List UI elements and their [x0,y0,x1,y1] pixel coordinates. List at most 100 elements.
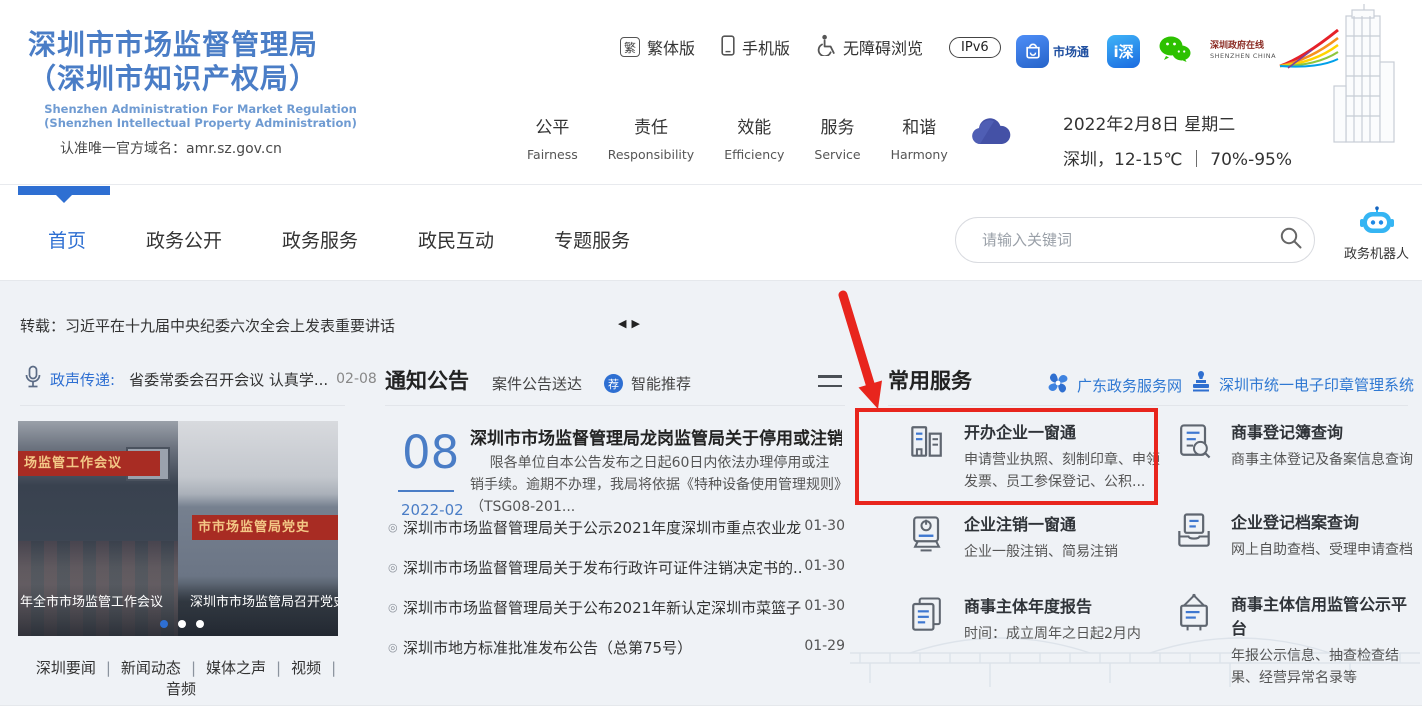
document-search-icon [1172,419,1216,471]
nav-item-gov-affairs[interactable]: 政务公开 [146,226,222,253]
ipv6-badge[interactable]: IPv6 [949,36,1001,58]
bullet-icon: ◎ [388,561,398,574]
nav-item-gov-services[interactable]: 政务服务 [282,226,358,253]
ishenzhen-app-icon[interactable]: i深 [1107,34,1141,68]
nav-item-special-topics[interactable]: 专题服务 [554,226,630,253]
news-category-links: 深圳要闻 | 新闻动态 | 媒体之声 | 视频 |音频 [20,657,342,699]
official-domain-note: 认准唯一官方域名：amr.sz.gov.cn [60,141,282,157]
service-annual-report[interactable]: 商事主体年度报告 时间：成立周年之日起2月内 [905,593,1169,645]
eseal-system-link[interactable]: 深圳市统一电子印章管理系统 [1190,371,1414,397]
search-input[interactable] [980,230,1268,250]
site-title-cn-2: （深圳市知识产权局） [28,62,319,95]
notice-item[interactable]: ◎ 深圳市市场监督管理局关于发布行政许可证件注销决定书的... 01-30 [385,557,845,579]
service-business-deregistration[interactable]: 企业注销一窗通 企业一般注销、简易注销 [905,511,1164,563]
shichangtong-app-link[interactable]: 市场通 [1016,34,1089,68]
notices-header-links: 案件公告送达 荐 智能推荐 [492,373,691,394]
mobile-version-link[interactable]: 手机版 [721,34,790,60]
active-tab-indicator [18,186,110,203]
service-credit-supervision-platform[interactable]: 商事主体信用监管公示平台 年报公示信息、抽查检查结果、经营异常名录等 [1172,591,1422,689]
carousel-caption-right[interactable]: 深圳市市场监管局召开党史 [190,591,338,610]
stamp-icon [1190,371,1212,397]
featured-notice-day: 08 [402,426,460,479]
building-sketch-image [1316,2,1408,158]
page: 深圳市市场监督管理局 （深圳市知识产权局） Shenzhen Administr… [0,0,1422,714]
accessibility-link[interactable]: 无障碍浏览 [816,34,923,60]
nav-item-interaction[interactable]: 政民互动 [418,226,494,253]
featured-notice-title[interactable]: 深圳市市场监督管理局龙岗监管局关于停用或注销... [470,424,842,449]
core-values: 公平 Fairness 责任 Responsibility 效能 Efficie… [527,113,948,162]
weather-cloud-icon [968,116,1014,152]
carousel-dot-2[interactable] [178,620,186,628]
news-carousel[interactable]: 场监管工作会议 市市场监管局党史 年全市市场监管工作会议 深圳市市场监管局召开党… [18,421,338,636]
link-news-updates[interactable]: 新闻动态 [111,659,191,677]
weather-detail: 深圳，12-15℃ ｜ 70%-95% [1063,150,1293,170]
app-icons: 市场通 i深 深圳政府在线 SHENZHEN CHINA [1016,28,1340,74]
case-announcement-link[interactable]: 案件公告送达 [492,373,582,394]
value-efficiency: 效能 Efficiency [724,118,785,162]
featured-notice-summary: 限各单位自本公告发布之日起60日内依法办理停用或注销手续。逾期不办理，我局将依据… [470,455,841,515]
site-title-en: Shenzhen Administration For Market Regul… [44,102,357,130]
traditional-chinese-icon: 繁 [620,37,640,57]
value-service: 服务 Service [814,118,861,162]
site-logo[interactable]: 深圳市市场监督管理局 （深圳市知识产权局） [28,28,318,96]
carousel-dot-1[interactable] [160,620,168,628]
carousel-caption-bar: 年全市市场监管工作会议 深圳市市场监管局召开党史 [18,584,338,636]
notices-section-title[interactable]: 通知公告 [385,365,469,395]
annual-report-icon [905,593,949,645]
wechat-icon[interactable] [1158,35,1192,68]
voice-news-row: 政声传递: 省委常委会召开会议 认真学... 02-08 [24,365,377,393]
ticker-prev-icon[interactable]: ◀ [618,317,626,330]
traditional-chinese-link[interactable]: 繁 繁体版 [620,35,695,59]
gov-robot-entry[interactable]: 政务机器人 [1344,206,1409,262]
search-button[interactable] [1268,218,1314,262]
service-registration-archive-query[interactable]: 企业登记档案查询 网上自助查档、受理申请查档 [1172,509,1422,561]
bullet-icon: ◎ [388,641,398,654]
voice-news-date: 02-08 [336,371,377,387]
notice-item[interactable]: ◎ 深圳市地方标准批准发布公告（总第75号） 01-29 [385,637,845,659]
nav-item-home[interactable]: 首页 [48,226,86,253]
services-section-title[interactable]: 常用服务 [888,365,972,395]
link-media-voice[interactable]: 媒体之声 [196,659,276,677]
link-video[interactable]: 视频 [281,659,331,677]
voice-news-title[interactable]: 省委常委会召开会议 认真学... [129,369,328,390]
shichangtong-app-icon [1016,34,1049,68]
notice-item[interactable]: ◎ 深圳市市场监督管理局关于公布2021年新认定深圳市菜篮子... 01-30 [385,597,845,619]
notices-more-icon[interactable] [818,375,842,394]
value-responsibility: 责任 Responsibility [607,118,695,162]
power-terminal-icon [905,511,949,563]
photo-banner-right: 市市场监管局党史 [192,515,338,540]
nav-list: 首页 政务公开 政务服务 政民互动 专题服务 [48,226,630,253]
guangdong-portal-link[interactable]: 广东政务服务网 [1046,371,1182,399]
site-header: 深圳市市场监督管理局 （深圳市知识产权局） Shenzhen Administr… [0,0,1422,185]
divider [888,405,1408,406]
ticker-next-icon[interactable]: ▶ [631,317,639,330]
site-title-cn-1: 深圳市市场监督管理局 [28,28,319,61]
bullet-icon: ◎ [388,601,398,614]
voice-news-label[interactable]: 政声传递: [50,369,115,390]
footer-strip [0,705,1422,714]
search-box [955,217,1315,263]
link-shenzhen-news[interactable]: 深圳要闻 [26,659,106,677]
smart-recommend-link[interactable]: 智能推荐 [631,373,691,394]
photo-banner-left: 场监管工作会议 [18,451,160,476]
mobile-phone-icon [721,34,735,60]
link-audio[interactable]: 音频 [156,680,206,698]
weather-info: 2022年2月8日 星期二 深圳，12-15℃ ｜ 70%-95% [1063,110,1292,170]
search-icon [1279,226,1303,254]
value-harmony: 和谐 Harmony [890,118,948,162]
pinwheel-icon [1046,371,1070,399]
headline-ticker[interactable]: 转载：习近平在十九届中央纪委六次全会上发表重要讲话 [20,315,395,336]
annotation-arrow [838,290,882,409]
archive-box-icon [1172,509,1216,561]
divider [20,405,345,406]
carousel-caption-left[interactable]: 年全市市场监管工作会议 [20,591,170,610]
utility-links: 繁 繁体版 手机版 无障碍浏览 IPv6 [620,34,1001,60]
carousel-dot-3[interactable] [196,620,204,628]
service-registry-book-query[interactable]: 商事登记簿查询 商事主体登记及备案信息查询 [1172,419,1422,471]
company-building-icon [905,419,949,493]
service-open-business-one-window[interactable]: 开办企业一窗通 申请营业执照、刻制印章、申领发票、员工参保登记、公积... [905,419,1162,493]
notice-item[interactable]: ◎ 深圳市市场监督管理局关于公示2021年度深圳市重点农业龙... 01-30 [385,517,845,539]
carousel-dots [160,620,204,628]
featured-date-rule [398,490,454,492]
recommend-badge-icon: 荐 [604,374,624,393]
